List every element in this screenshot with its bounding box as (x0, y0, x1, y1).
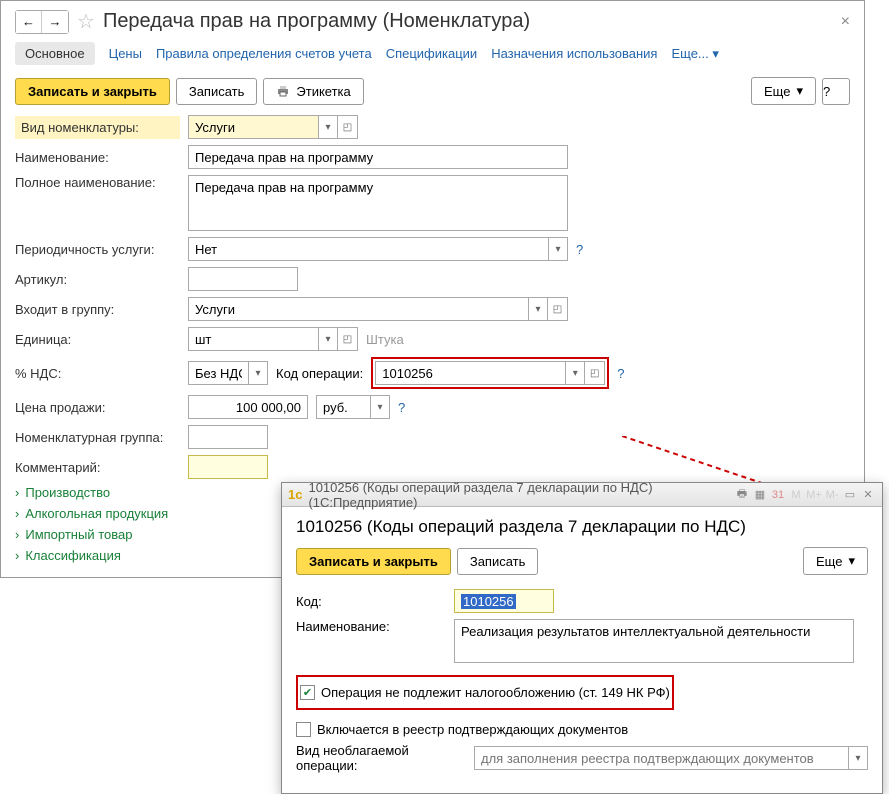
checkbox-registry[interactable] (296, 722, 311, 737)
popup-tb-title: 1010256 (Коды операций раздела 7 деклара… (308, 480, 728, 510)
tab-assign[interactable]: Назначения использования (491, 46, 657, 61)
chevron-right-icon: › (15, 506, 19, 521)
print-icon[interactable]: 🖶 (734, 487, 750, 503)
tab-more[interactable]: Еще... ▾ (671, 46, 718, 62)
price-label: Цена продажи: (15, 400, 180, 415)
popup-code-label: Код: (296, 594, 446, 609)
group-label: Входит в группу: (15, 302, 180, 317)
open-icon[interactable]: ◰ (585, 361, 605, 385)
save-button[interactable]: Записать (176, 78, 258, 105)
nomgroup-label: Номенклатурная группа: (15, 430, 180, 445)
chevron-right-icon: › (15, 485, 19, 500)
close-icon[interactable]: × (841, 13, 850, 31)
fullname-label: Полное наименование: (15, 175, 180, 190)
app-icon: 1c (288, 487, 302, 502)
open-icon[interactable]: ◰ (548, 297, 568, 321)
dropdown-icon[interactable]: ▾ (248, 361, 268, 385)
price-input[interactable] (188, 395, 308, 419)
label-button[interactable]: Этикетка (263, 78, 363, 105)
tab-main[interactable]: Основное (15, 42, 95, 65)
tab-prices[interactable]: Цены (109, 46, 142, 61)
save-close-button[interactable]: Записать и закрыть (15, 78, 170, 105)
chevron-right-icon: › (15, 527, 19, 542)
popup-save-button[interactable]: Записать (457, 548, 539, 575)
vat-input[interactable] (188, 361, 248, 385)
unit-hint: Штука (366, 332, 404, 347)
popup-heading: 1010256 (Коды операций раздела 7 деклара… (296, 517, 868, 537)
article-label: Артикул: (15, 272, 180, 287)
tabs: Основное Цены Правила определения счетов… (15, 42, 850, 65)
group-input[interactable] (188, 297, 528, 321)
opcode-label: Код операции: (276, 366, 363, 381)
close-icon[interactable]: ✕ (860, 487, 876, 503)
tab-rules[interactable]: Правила определения счетов учета (156, 46, 372, 61)
article-input[interactable] (188, 267, 298, 291)
unit-input[interactable] (188, 327, 318, 351)
popup-more-button[interactable]: Еще ▾ (803, 547, 868, 575)
back-button[interactable]: ← (16, 11, 42, 33)
help-link[interactable]: ? (617, 366, 624, 381)
unit-label: Единица: (15, 332, 180, 347)
dropdown-icon[interactable]: ▾ (565, 361, 585, 385)
star-icon[interactable]: ☆ (77, 9, 95, 34)
nomgroup-input[interactable] (188, 425, 268, 449)
currency-input[interactable] (316, 395, 370, 419)
chevron-right-icon: › (15, 548, 19, 563)
popup-code-input[interactable]: 1010256 (454, 589, 554, 613)
popup-window: 1c 1010256 (Коды операций раздела 7 декл… (281, 482, 883, 794)
checkbox-tax-exempt[interactable]: ✔ (300, 685, 315, 700)
optype-label: Вид необлагаемой операции: (296, 743, 466, 773)
type-label: Вид номенклатуры: (15, 116, 180, 139)
calendar-icon[interactable]: 31 (770, 487, 786, 503)
open-icon[interactable]: ◰ (338, 327, 358, 351)
popup-save-close-button[interactable]: Записать и закрыть (296, 548, 451, 575)
popup-name-input[interactable]: Реализация результатов интеллектуальной … (454, 619, 854, 663)
titlebar: ← → ☆ Передача прав на программу (Номенк… (15, 9, 850, 34)
m-icon[interactable]: M (788, 487, 804, 503)
toolbar: Записать и закрыть Записать Этикетка Еще… (15, 77, 850, 105)
more-button[interactable]: Еще ▾ (751, 77, 816, 105)
help-link[interactable]: ? (576, 242, 583, 257)
opcode-input[interactable] (375, 361, 565, 385)
popup-titlebar: 1c 1010256 (Коды операций раздела 7 декл… (282, 483, 882, 507)
name-label: Наименование: (15, 150, 180, 165)
nav-buttons: ← → (15, 10, 69, 34)
open-icon[interactable]: ◰ (338, 115, 358, 139)
dropdown-icon[interactable]: ▾ (318, 327, 338, 351)
dropdown-icon[interactable]: ▾ (318, 115, 338, 139)
printer-icon (276, 85, 290, 97)
highlight-checkbox: ✔ Операция не подлежит налогообложению (… (296, 675, 674, 710)
period-input[interactable] (188, 237, 548, 261)
popup-name-label: Наименование: (296, 619, 446, 634)
tab-specs[interactable]: Спецификации (386, 46, 478, 61)
help-link[interactable]: ? (398, 400, 405, 415)
help-button[interactable]: ? (822, 78, 850, 105)
dropdown-icon[interactable]: ▾ (848, 746, 868, 770)
type-input[interactable] (188, 115, 318, 139)
name-input[interactable] (188, 145, 568, 169)
m-plus-icon[interactable]: M+ (806, 487, 822, 503)
comment-label: Комментарий: (15, 460, 180, 475)
optype-input[interactable] (474, 746, 848, 770)
forward-button[interactable]: → (42, 11, 68, 33)
fullname-input[interactable]: Передача прав на программу (188, 175, 568, 231)
highlight-opcode: ▾ ◰ (371, 357, 609, 389)
cb1-label: Операция не подлежит налогообложению (ст… (321, 685, 670, 700)
dropdown-icon[interactable]: ▾ (528, 297, 548, 321)
vat-label: % НДС: (15, 366, 180, 381)
window-title: Передача прав на программу (Номенклатура… (103, 10, 530, 33)
calc-icon[interactable]: ▦ (752, 487, 768, 503)
dropdown-icon[interactable]: ▾ (548, 237, 568, 261)
cb2-label: Включается в реестр подтверждающих докум… (317, 722, 628, 737)
dropdown-icon[interactable]: ▾ (370, 395, 390, 419)
comment-input[interactable] (188, 455, 268, 479)
m-minus-icon[interactable]: M- (824, 487, 840, 503)
period-label: Периодичность услуги: (15, 242, 180, 257)
minimize-icon[interactable]: ▭ (842, 487, 858, 503)
